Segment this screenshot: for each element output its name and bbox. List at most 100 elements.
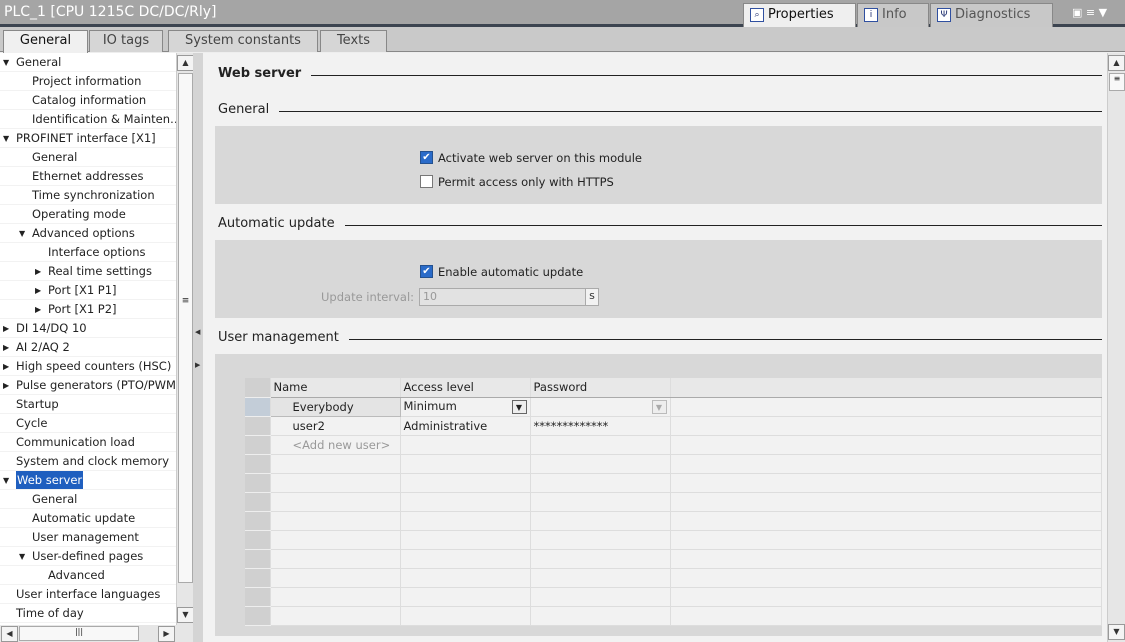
update-interval-input[interactable]: 10 s [419,288,599,306]
tree-item[interactable]: Identification & Mainten… [0,110,176,129]
tree-item[interactable]: Communication load [0,433,176,452]
add-user-row[interactable]: <Add new user> [245,435,1102,455]
tree-item[interactable]: Project information [0,72,176,91]
tree-item[interactable]: Automatic update [0,509,176,528]
tree-item[interactable]: Interface options [0,243,176,262]
tree-item[interactable]: Ethernet addresses [0,167,176,186]
tree-item[interactable]: Advanced [0,566,176,585]
tree-item[interactable]: ▶ AI 2/AQ 2 [0,338,176,357]
tab-texts[interactable]: Texts [320,30,387,52]
dropdown-arrow-icon[interactable]: ▼ [511,400,527,414]
user-name-cell[interactable]: user2 [270,416,401,436]
tree-item-label: Advanced options [32,226,135,240]
tree-hscrollbar[interactable]: ◀ ||| ▶ [0,625,193,642]
scroll-up-icon[interactable]: ▲ [1108,55,1125,71]
expand-right-icon[interactable]: ▶ [3,338,9,356]
tree-item[interactable]: ▶ DI 14/DQ 10 [0,319,176,338]
scroll-right-icon[interactable]: ▶ [158,626,175,642]
tree-item[interactable]: ▼ PROFINET interface [X1] [0,129,176,148]
https-only-checkbox[interactable] [420,175,433,188]
expand-down-icon[interactable]: ▼ [3,53,9,71]
expand-down-icon[interactable]: ▼ [3,471,9,489]
tab-general[interactable]: General [3,30,88,53]
scroll-up-icon[interactable]: ▲ [177,55,194,71]
tab-diagnostics[interactable]: Ψ Diagnostics [930,3,1053,27]
tree-item[interactable]: Cycle [0,414,176,433]
tree-item[interactable]: ▼ General [0,53,176,72]
activate-web-server-label: Activate web server on this module [438,151,642,165]
expand-right-icon[interactable]: ▶ [35,262,41,280]
password-cell[interactable]: ▼ [530,397,671,417]
tab-system-constants[interactable]: System constants [168,30,318,52]
tree-scrollbar[interactable]: ▲ ≡ ▼ [176,53,194,625]
tree-item[interactable]: ▶ Pulse generators (PTO/PWM) [0,376,176,395]
column-access-level[interactable]: Access level [400,378,531,398]
content-scrollbar[interactable]: ▲ ≡ ▼ [1107,53,1125,642]
password-cell[interactable]: ************* [530,416,671,436]
expand-right-icon[interactable]: ▶ [3,357,9,375]
tree-item[interactable]: Time of day [0,604,176,623]
user-management-section: Name Access level Password Everybody Minimu… [215,354,1102,636]
dropdown-icon[interactable]: ▼ [1099,6,1107,19]
tree-item[interactable]: System and clock memory [0,452,176,471]
expand-down-icon[interactable]: ▼ [19,224,25,242]
properties-content: Web server General ✔ Activate web server… [203,53,1107,642]
tree-item[interactable]: ▶ Port [X1 P2] [0,300,176,319]
activate-web-server-checkbox[interactable]: ✔ [420,151,433,164]
enable-auto-update-checkbox[interactable]: ✔ [420,265,433,278]
tab-properties[interactable]: ⌕ Properties [743,3,856,28]
tree-item-label: Port [X1 P1] [48,283,117,297]
add-new-user[interactable]: <Add new user> [270,435,401,455]
column-password[interactable]: Password [530,378,671,398]
float-icon[interactable]: ▣ [1072,6,1082,19]
scroll-down-icon[interactable]: ▼ [1108,624,1125,640]
access-level-cell[interactable]: Minimum ▼ [400,397,531,417]
expand-right-icon[interactable]: ▶ [3,376,9,394]
tree-item-label: DI 14/DQ 10 [16,321,87,335]
tab-io-tags[interactable]: IO tags [89,30,163,52]
menu-icon[interactable]: ≡ [1086,6,1095,19]
tree-item-label: Time synchronization [32,188,155,202]
users-table: Name Access level Password Everybody Minimu… [245,378,1102,626]
user-name-cell[interactable]: Everybody [269,396,401,417]
tree-item[interactable]: User interface languages [0,585,176,604]
enable-auto-update-label: Enable automatic update [438,265,584,279]
expand-right-icon[interactable]: ▶ [3,319,9,337]
tree-item-label: Project information [32,74,142,88]
tree-item[interactable]: ▼ Web server [0,471,176,490]
splitter[interactable]: ◀ ▶ [193,53,203,642]
expand-right-icon[interactable]: ▶ [35,281,41,299]
hscroll-thumb[interactable]: ||| [19,626,139,641]
scroll-left-icon[interactable]: ◀ [1,626,18,642]
expand-down-icon[interactable]: ▼ [3,129,9,147]
tree-item-label: Ethernet addresses [32,169,144,183]
tree-item-label: Automatic update [32,511,136,525]
tree-item-label: Cycle [16,416,48,430]
scroll-thumb[interactable]: ≡ [1109,73,1125,91]
scroll-thumb[interactable]: ≡ [178,73,193,583]
tree-item-label: Operating mode [32,207,126,221]
tree-item[interactable]: User management [0,528,176,547]
tree-item[interactable]: Startup [0,395,176,414]
dropdown-arrow-icon[interactable]: ▼ [651,400,667,414]
table-row[interactable]: user2 Administrative ************* [245,416,1102,436]
tree-item[interactable]: General [0,490,176,509]
table-row[interactable]: Everybody Minimum ▼ ▼ [245,396,1102,417]
expand-right-icon[interactable]: ▶ [35,300,41,318]
window-controls[interactable]: ▣ ≡ ▼ [1072,6,1107,19]
tree-item[interactable]: ▼ User-defined pages [0,547,176,566]
tab-info[interactable]: i Info [857,3,929,27]
access-level-cell[interactable]: Administrative [400,416,531,436]
column-name[interactable]: Name [270,378,401,398]
tree-item[interactable]: Time synchronization [0,186,176,205]
tree-item[interactable]: ▶ Real time settings [0,262,176,281]
tree-item[interactable]: ▶ High speed counters (HSC) [0,357,176,376]
tree-item[interactable]: Catalog information [0,91,176,110]
tree-item[interactable]: General [0,148,176,167]
tree-item[interactable]: ▼ Advanced options [0,224,176,243]
interval-unit: s [585,289,598,305]
expand-down-icon[interactable]: ▼ [19,547,25,565]
tree-item[interactable]: ▶ Port [X1 P1] [0,281,176,300]
scroll-down-icon[interactable]: ▼ [177,607,194,623]
tree-item[interactable]: Operating mode [0,205,176,224]
